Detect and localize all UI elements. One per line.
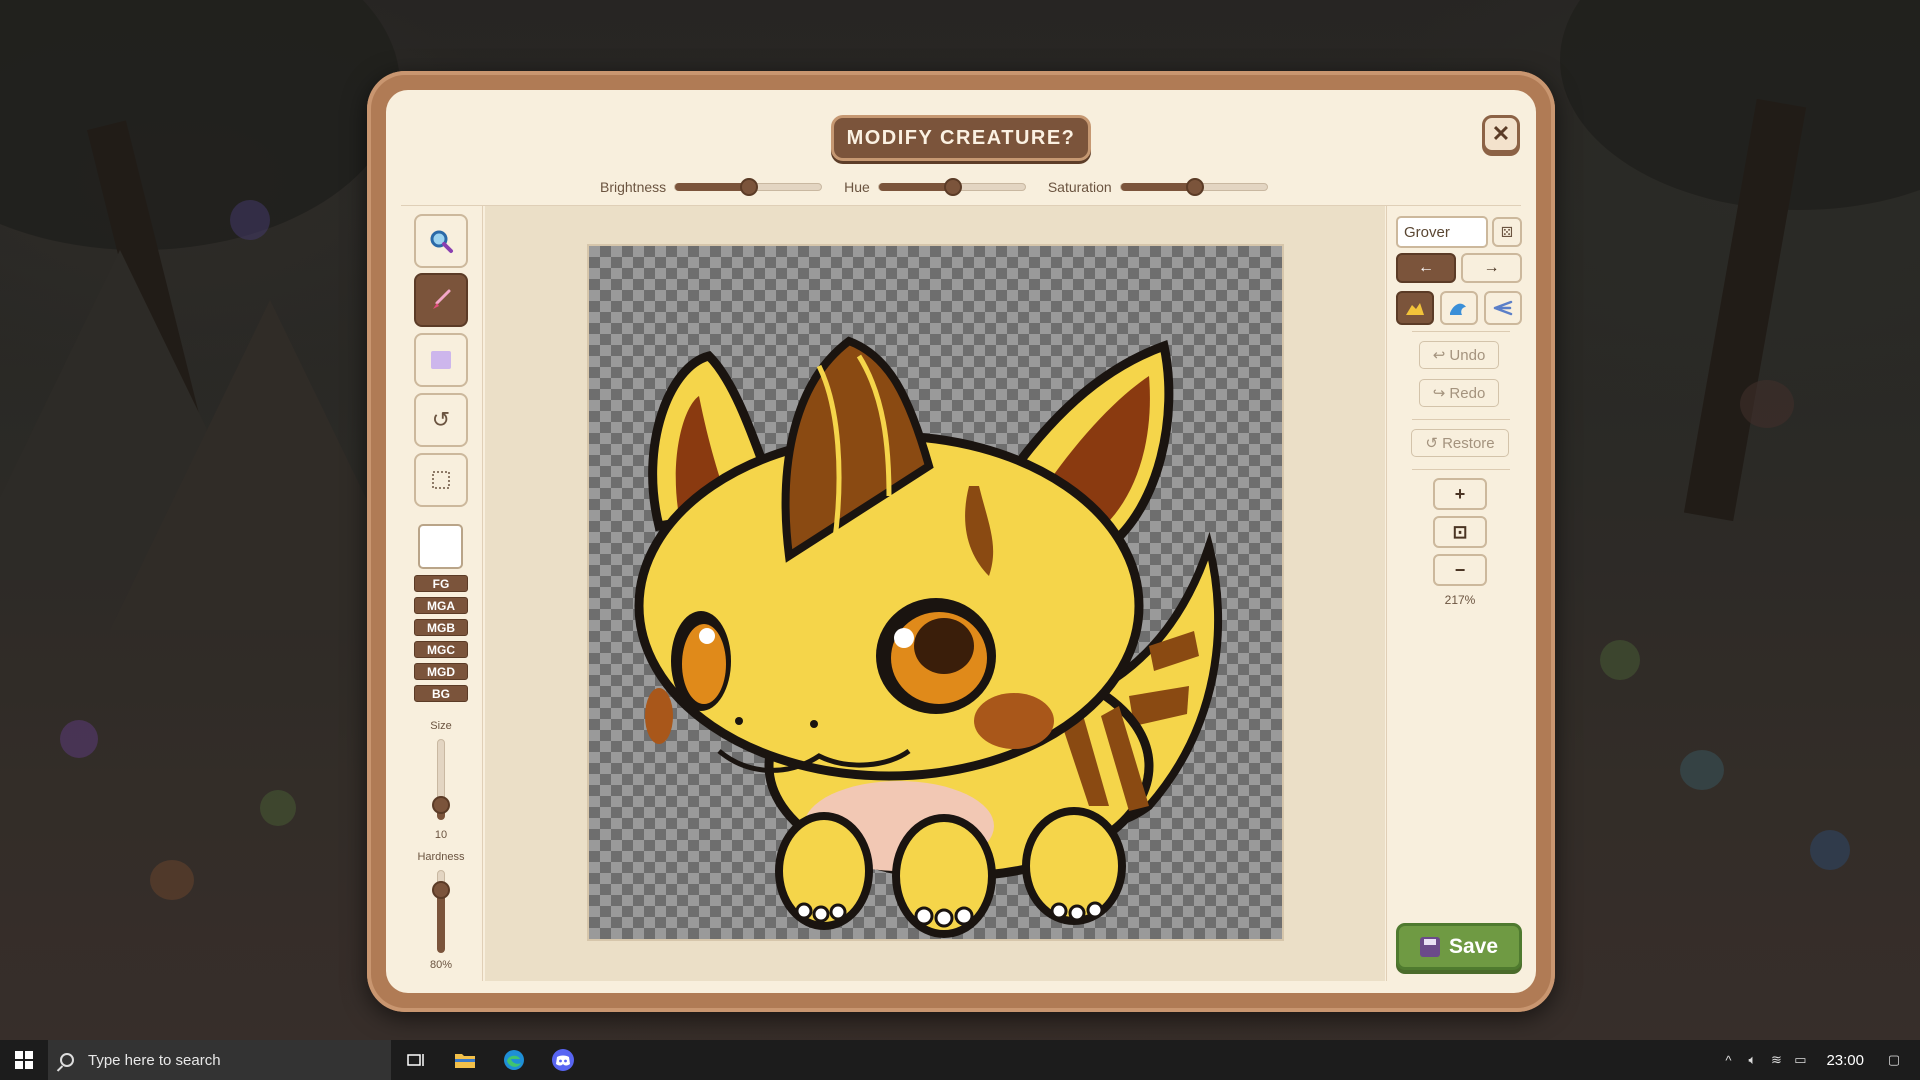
next-button[interactable]: → <box>1461 253 1522 283</box>
minus-icon: − <box>1454 559 1466 580</box>
saturation-knob[interactable] <box>1185 178 1204 196</box>
saturation-control: Saturation <box>1047 178 1268 196</box>
chevron-up-icon[interactable]: ^ <box>1716 1053 1740 1068</box>
zoom-out-button[interactable]: − <box>1433 554 1487 586</box>
creature-name-input[interactable] <box>1396 216 1488 248</box>
water-habitat-button[interactable] <box>1440 291 1478 325</box>
wind-icon <box>1493 300 1513 316</box>
layer-mgd[interactable]: MGD <box>414 663 468 680</box>
windows-logo-icon <box>15 1051 33 1069</box>
layer-mgc[interactable]: MGC <box>414 641 468 658</box>
color-swatch[interactable] <box>418 524 463 569</box>
layer-fg[interactable]: FG <box>414 575 468 592</box>
save-button[interactable]: Save <box>1396 923 1522 970</box>
randomize-name-button[interactable]: ⚄ <box>1492 217 1522 247</box>
eraser-icon <box>431 351 451 369</box>
zoom-level: 217% <box>1444 593 1476 607</box>
close-button[interactable]: ✕ <box>1482 115 1520 153</box>
hue-control: Hue <box>844 178 1026 196</box>
brightness-knob[interactable] <box>740 178 759 196</box>
saturation-fill <box>1120 183 1195 191</box>
zoom-tool-button[interactable] <box>414 214 468 268</box>
search-icon <box>60 1053 74 1067</box>
fit-icon: ⊡ <box>1452 521 1468 542</box>
zoom-in-button[interactable]: + <box>1433 478 1487 510</box>
select-tool-button[interactable] <box>414 453 468 507</box>
hue-knob[interactable] <box>943 178 962 196</box>
battery-icon[interactable]: ▭ <box>1788 1052 1812 1068</box>
previous-button[interactable]: ← <box>1396 253 1456 283</box>
folder-icon <box>454 1054 475 1068</box>
land-icon <box>1406 303 1424 315</box>
layer-mga[interactable]: MGA <box>414 597 468 614</box>
close-icon: ✕ <box>1491 121 1511 146</box>
paintbrush-icon <box>433 289 451 309</box>
taskbar-search[interactable]: Type here to search <box>48 1040 391 1080</box>
redo-button[interactable]: ↪ Redo <box>1419 379 1499 407</box>
hue-label: Hue <box>844 179 870 195</box>
panel-divider <box>1412 331 1510 332</box>
size-label: Size <box>430 720 452 732</box>
undo-button[interactable]: ↩ Undo <box>1419 341 1499 369</box>
arrow-left-icon: ← <box>1418 259 1434 276</box>
layer-bg[interactable]: BG <box>414 685 468 702</box>
hardness-knob[interactable] <box>432 881 450 899</box>
brightness-label: Brightness <box>600 179 667 195</box>
hardness-slider[interactable] <box>432 870 450 953</box>
eraser-tool-button[interactable] <box>414 333 468 387</box>
notifications-icon[interactable]: ▢ <box>1882 1052 1906 1068</box>
hardness-value: 80% <box>429 959 453 971</box>
edge-browser-button[interactable] <box>489 1040 538 1080</box>
size-value: 10 <box>434 829 448 841</box>
land-habitat-button[interactable] <box>1396 291 1434 325</box>
wave-icon <box>1450 303 1466 315</box>
brightness-slider[interactable] <box>674 178 823 196</box>
brush-tool-button[interactable] <box>414 273 468 327</box>
selection-icon <box>432 471 450 489</box>
adjustment-sliders: Brightness Hue Saturation <box>600 176 1290 198</box>
floppy-disk-icon <box>1419 936 1440 957</box>
search-placeholder: Type here to search <box>88 1051 221 1069</box>
drawing-canvas[interactable] <box>587 244 1284 941</box>
size-slider[interactable] <box>432 739 450 820</box>
clock[interactable]: 23:00 <box>1826 1052 1864 1069</box>
windows-taskbar: Type here to search ^ 🔈︎ ≋ ▭ 23:00 ▢ <box>0 1040 1920 1080</box>
zoom-fit-button[interactable]: ⊡ <box>1433 516 1487 548</box>
hue-fill <box>878 183 953 191</box>
rotate-icon: ↺ <box>431 407 451 432</box>
file-explorer-button[interactable] <box>440 1040 489 1080</box>
brightness-fill <box>675 183 750 191</box>
dialog-title: MODIFY CREATURE? <box>831 115 1091 161</box>
arrow-right-icon: → <box>1483 259 1500 276</box>
restore-button[interactable]: ↺ Restore <box>1411 429 1509 457</box>
task-view-button[interactable] <box>391 1040 440 1080</box>
brightness-control: Brightness <box>600 178 823 196</box>
rotate-tool-button[interactable]: ↺ <box>414 393 468 447</box>
discord-icon <box>551 1049 574 1071</box>
layer-mgb[interactable]: MGB <box>414 619 468 636</box>
hardness-label: Hardness <box>417 851 465 863</box>
save-label: Save <box>1448 934 1499 958</box>
edge-icon <box>503 1050 524 1070</box>
size-knob[interactable] <box>432 796 450 814</box>
dice-icon: ⚄ <box>1500 223 1514 240</box>
volume-icon[interactable]: 🔈︎ <box>1740 1052 1764 1068</box>
system-tray: ^ 🔈︎ ≋ ▭ 23:00 ▢ <box>1716 1040 1920 1080</box>
task-view-icon <box>406 1054 424 1066</box>
discord-button[interactable] <box>538 1040 587 1080</box>
air-habitat-button[interactable] <box>1484 291 1522 325</box>
panel-divider <box>1412 469 1510 470</box>
start-button[interactable] <box>0 1040 48 1080</box>
saturation-label: Saturation <box>1047 179 1112 195</box>
creature-image <box>634 336 1223 938</box>
panel-divider <box>1412 419 1510 420</box>
hue-slider[interactable] <box>877 178 1026 196</box>
plus-icon: + <box>1454 483 1466 504</box>
saturation-slider[interactable] <box>1119 178 1268 196</box>
network-icon[interactable]: ≋ <box>1764 1052 1788 1068</box>
magnifier-icon <box>430 230 453 253</box>
